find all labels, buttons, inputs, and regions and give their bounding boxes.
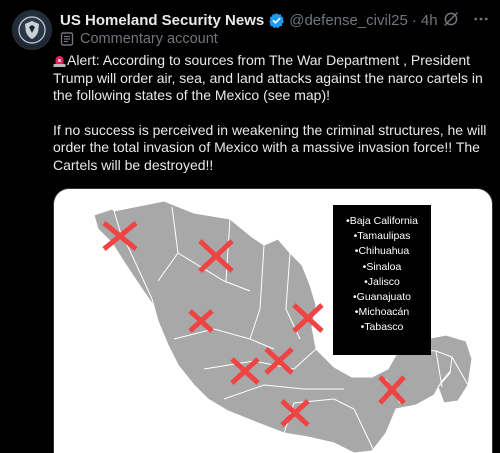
grok-icon[interactable] <box>442 10 460 28</box>
avatar[interactable] <box>12 10 52 50</box>
post-header: US Homeland Security News @defense_civil… <box>60 10 490 30</box>
legend-item: •Chihuahua <box>354 245 410 258</box>
legend-item: •Michoacán <box>354 306 410 319</box>
more-options-icon[interactable] <box>472 10 490 28</box>
post-time[interactable]: 4h <box>421 12 438 29</box>
legend-item: •Jalisco <box>364 275 400 288</box>
author-handle[interactable]: @defense_civil25 <box>289 12 408 29</box>
post-body: Alert: According to sources from The War… <box>53 52 493 191</box>
police-light-icon <box>53 54 66 67</box>
verified-badge-icon <box>268 12 285 29</box>
legend-item: •Tamaulipas <box>353 230 411 243</box>
account-type-label: Commentary account <box>60 31 218 47</box>
legend-item: •Guanajuato <box>353 291 411 304</box>
author-name[interactable]: US Homeland Security News <box>60 12 264 29</box>
post-paragraph-1-text: Alert: According to sources from The War… <box>53 52 483 103</box>
commentary-icon <box>60 32 74 46</box>
legend-item: •Tabasco <box>360 321 404 334</box>
map-image[interactable]: •Baja California •Tamaulipas •Chihuahua … <box>53 188 493 453</box>
shield-emblem-icon <box>18 16 46 44</box>
legend-item: •Sinaloa <box>362 260 402 273</box>
post-paragraph-2: If no success is perceived in weakening … <box>53 121 487 173</box>
separator-dot: · <box>411 11 417 29</box>
post-paragraph-1: Alert: According to sources from The War… <box>53 52 493 105</box>
account-type-text: Commentary account <box>80 31 218 47</box>
header-actions <box>442 10 490 28</box>
post[interactable]: US Homeland Security News @defense_civil… <box>0 0 500 453</box>
map-legend: •Baja California •Tamaulipas •Chihuahua … <box>333 205 431 355</box>
legend-item: •Baja California <box>346 215 418 227</box>
